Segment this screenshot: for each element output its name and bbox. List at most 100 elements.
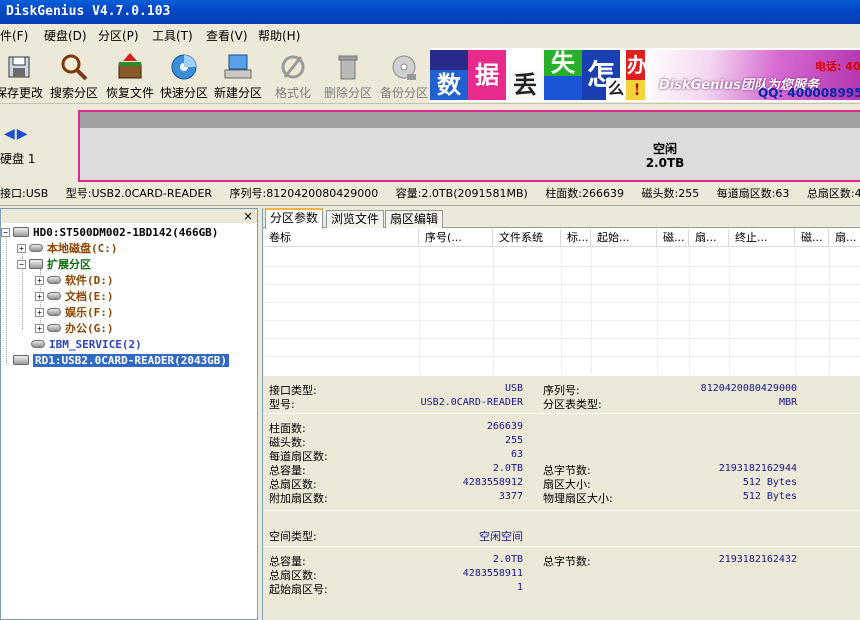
hard-disk-icon (13, 355, 29, 365)
backup-partition-button[interactable]: 备份分区 (378, 48, 430, 102)
tree-node-ibm-service[interactable]: IBM_SERVICE(2) (31, 338, 142, 352)
sector-size-value: 512 Bytes (742, 477, 797, 488)
tab-partition-params[interactable]: 分区参数 (265, 208, 324, 229)
total-bytes-value: 2193182162944 (718, 463, 797, 474)
start-sector-label: 起始扇区号: (269, 583, 328, 596)
close-icon[interactable]: × (243, 209, 253, 223)
volume-icon (47, 292, 61, 300)
banner-phone: QQ: 4000089958 (758, 86, 860, 100)
partition-table-header: 卷标 序号(... 文件系统 标... 起始... 磁... 扇... 终止..… (263, 229, 860, 247)
tree-header (1, 209, 257, 223)
volume-icon (47, 276, 61, 284)
phys-sector-size-value: 512 Bytes (742, 491, 797, 502)
disk-label: 硬盘 1 (0, 152, 36, 166)
space-type-value: 空闲空间 (479, 530, 523, 543)
expand-icon[interactable]: + (35, 292, 44, 301)
info-cylinders: 柱面数:266639 (545, 187, 625, 200)
info-total-sectors: 总扇区数:4283558912 (806, 187, 860, 200)
free-total-sectors-value: 4283558911 (462, 568, 523, 579)
free-space-size: 2.0TB (645, 156, 685, 170)
tree-line (6, 233, 7, 363)
extra-sectors-value: 3377 (498, 491, 523, 502)
column-header[interactable]: 终止... (729, 229, 795, 247)
column-header[interactable]: 磁... (657, 229, 689, 247)
expand-icon[interactable]: + (35, 276, 44, 285)
format-button[interactable]: 格式化 (272, 48, 314, 102)
banner-ad-strip: DiskGenius团队为您服务 电话: 400 QQ: 4000089958 (645, 50, 860, 100)
column-header[interactable]: 扇... (689, 229, 729, 247)
volume-icon (47, 324, 61, 332)
info-model: 型号:USB2.0CARD-READER (65, 187, 213, 200)
serial-value: 8120420080429000 (700, 383, 797, 394)
collapse-icon[interactable]: − (1, 228, 10, 237)
volume-icon (47, 308, 61, 316)
free-capacity-value: 2.0TB (492, 554, 523, 565)
promo-banner[interactable]: 数 据 丢 失 怎 么 办 ! DiskGenius团队为您服务 电话: 400… (430, 48, 860, 102)
menu-view[interactable]: 查看(V) (206, 27, 248, 44)
expand-icon[interactable]: + (35, 308, 44, 317)
format-icon (278, 52, 308, 82)
free-space-block[interactable]: 空闲 2.0TB (80, 142, 860, 170)
menu-disk[interactable]: 硬盘(D) (44, 27, 87, 44)
info-interface: 接口:USB (0, 187, 49, 200)
tree-node-documents[interactable]: + 文档(E:) (35, 290, 114, 304)
info-serial: 序列号:8120420080429000 (229, 187, 379, 200)
tree-node-local-c[interactable]: + 本地磁盘(C:) (17, 242, 118, 256)
menu-file[interactable]: 件(F) (0, 27, 28, 44)
banner-tile: 么 (606, 78, 626, 100)
info-sectors-per-track: 每道扇区数:63 (716, 187, 790, 200)
tree-node-office[interactable]: + 办公(G:) (35, 322, 114, 336)
tab-browse-files[interactable]: 浏览文件 (326, 210, 385, 228)
column-header[interactable]: 卷标 (263, 229, 419, 247)
disk-partition-map[interactable]: 空闲 2.0TB (78, 110, 860, 182)
free-space-label: 空闲 (652, 142, 677, 156)
tree-node-entertainment[interactable]: + 娱乐(F:) (35, 306, 114, 320)
column-header[interactable]: 扇... (829, 229, 860, 247)
quick-partition-button[interactable]: 快速分区 (158, 48, 210, 102)
banner-tile: 失 (544, 50, 582, 76)
start-sector-value: 1 (516, 582, 523, 593)
banner-decoration (544, 76, 582, 100)
free-total-bytes-label: 总字节数: (543, 555, 591, 568)
expand-icon[interactable]: + (17, 244, 26, 253)
column-header[interactable]: 序号(... (419, 229, 493, 247)
search-partition-button[interactable]: 搜索分区 (48, 48, 100, 102)
column-header[interactable]: 文件系统 (493, 229, 561, 247)
title-bar: DiskGenius V4.7.0.103 (0, 0, 860, 24)
menu-partition[interactable]: 分区(P) (98, 27, 139, 44)
heads-value: 255 (504, 435, 523, 446)
prev-disk-icon[interactable]: ◀ (4, 126, 15, 142)
expand-icon[interactable]: + (35, 324, 44, 333)
menu-tools[interactable]: 工具(T) (152, 27, 193, 44)
banner-tile: 丢 (506, 70, 544, 100)
tree-node-rd1[interactable]: RD1:USB2.0CARD-READER(2043GB) (13, 354, 230, 368)
volume-icon (31, 340, 45, 348)
search-icon (59, 52, 89, 82)
tree-node-software[interactable]: + 软件(D:) (35, 274, 114, 288)
banner-tile: 据 (468, 50, 506, 100)
disk-nav-arrows[interactable]: ◀ ▶ (4, 126, 28, 142)
delete-partition-icon (333, 52, 363, 82)
column-header[interactable]: 标... (561, 229, 591, 247)
capacity-value: 2.0TB (492, 463, 523, 474)
delete-partition-button[interactable]: 删除分区 (322, 48, 374, 102)
tab-sector-edit[interactable]: 扇区编辑 (385, 210, 444, 228)
info-capacity: 容量:2.0TB(2091581MB) (395, 187, 528, 200)
backup-partition-icon (389, 52, 419, 82)
disk-tree-panel: × − HD0:ST500DM002-1BD142(466GB) + 本地磁盘(C:… (0, 208, 258, 620)
new-partition-button[interactable]: 新建分区 (212, 48, 264, 102)
column-header[interactable]: 磁... (795, 229, 829, 247)
cylinders-value: 266639 (486, 421, 523, 432)
recover-files-button[interactable]: 恢复文件 (104, 48, 156, 102)
tree-node-hd0[interactable]: − HD0:ST500DM002-1BD142(466GB) (1, 226, 218, 240)
next-disk-icon[interactable]: ▶ (17, 126, 28, 142)
save-changes-button[interactable]: 保存更改 (0, 48, 44, 102)
free-total-bytes-value: 2193182162432 (718, 554, 797, 565)
model-label: 型号: (269, 398, 295, 411)
column-header[interactable]: 起始... (591, 229, 657, 247)
table-type-label: 分区表类型: (543, 398, 602, 411)
tree-node-extended[interactable]: − 扩展分区 (17, 258, 91, 272)
extended-partition-icon (29, 259, 43, 269)
menu-help[interactable]: 帮助(H) (258, 27, 300, 44)
collapse-icon[interactable]: − (17, 260, 26, 269)
